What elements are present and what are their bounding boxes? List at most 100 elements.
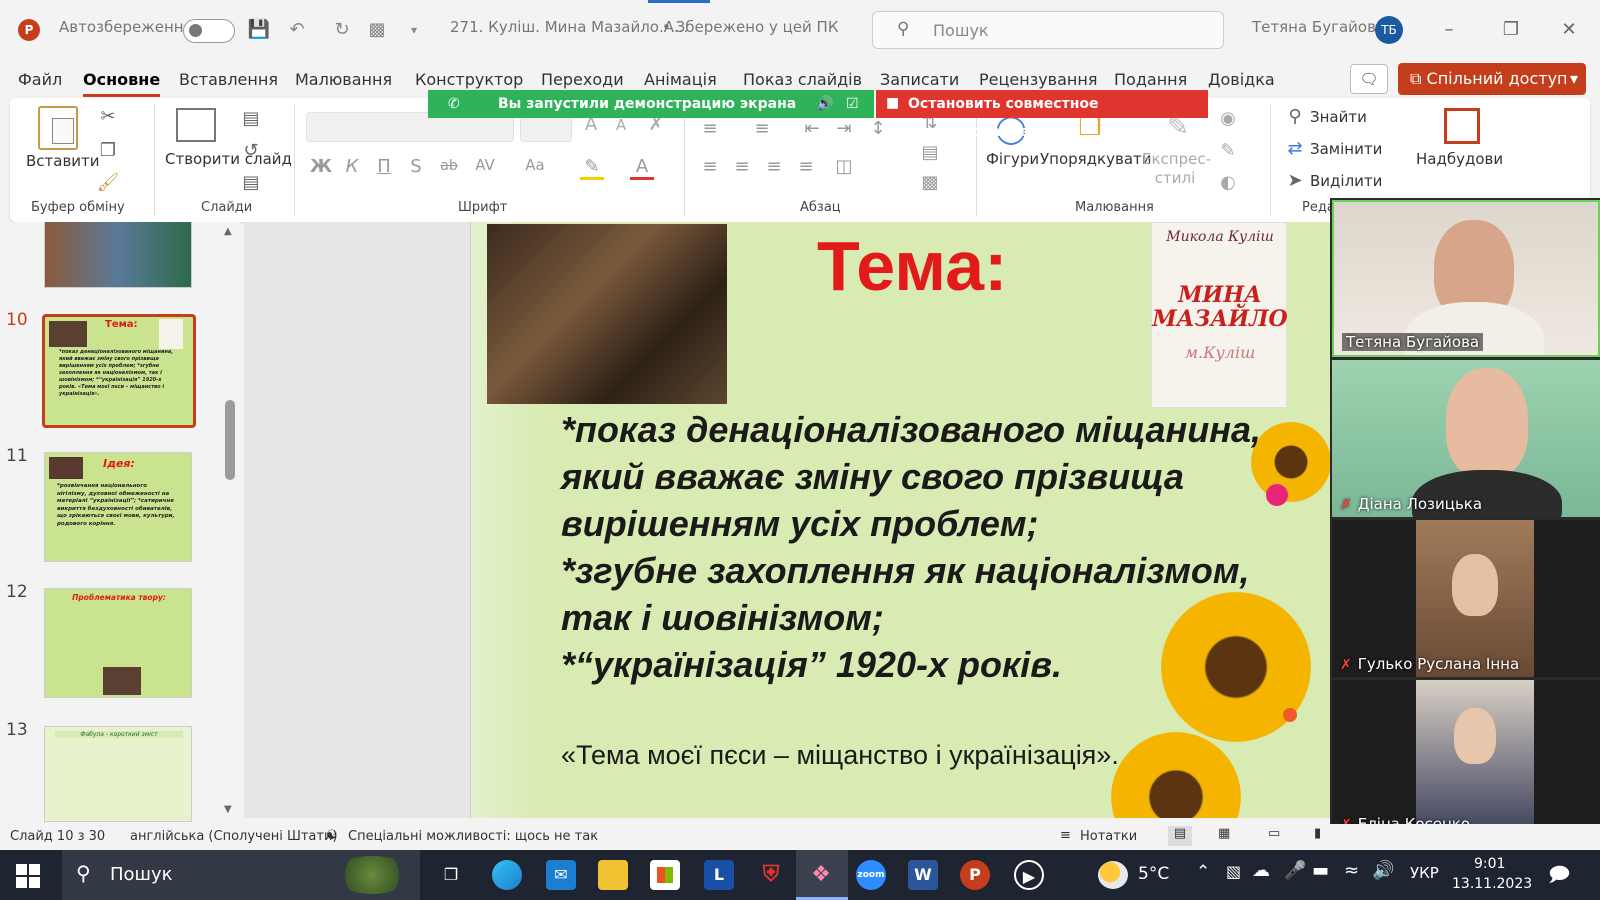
powerpoint-icon[interactable]: P [960, 860, 990, 890]
new-slide-icon[interactable] [176, 108, 216, 142]
volume-icon[interactable]: 🔊 [1372, 860, 1394, 881]
video-tile-2[interactable]: ✗ Діана Лозицька [1332, 360, 1600, 517]
present-icon[interactable]: ▩ [365, 18, 389, 42]
tab-view[interactable]: Подання [1114, 70, 1187, 89]
addins-icon[interactable] [1444, 108, 1480, 144]
smartart-icon[interactable]: ▩ [918, 172, 942, 193]
quick-styles-label[interactable]: Експрес-стилі [1142, 150, 1211, 188]
edge-icon[interactable] [492, 860, 522, 890]
select-label[interactable]: Виділити [1310, 172, 1382, 190]
show-hidden-icons-icon[interactable]: ⌃ [1196, 862, 1210, 882]
file-explorer-icon[interactable] [598, 860, 628, 890]
align-left-icon[interactable]: ≡ [698, 156, 722, 177]
shape-outline-icon[interactable]: ✎ [1216, 140, 1240, 161]
scroll-up-icon[interactable]: ▲ [224, 226, 232, 237]
notes-icon[interactable]: ≡ [1060, 828, 1071, 843]
save-icon[interactable]: 💾 [247, 18, 271, 42]
tab-home[interactable]: Основне [83, 70, 161, 97]
video-tile-1[interactable]: Тетяна Бугайова [1332, 200, 1600, 357]
tab-file[interactable]: Файл [18, 70, 62, 89]
restore-icon[interactable]: ❐ [1496, 18, 1526, 42]
redo-icon[interactable]: ↻ [330, 18, 354, 42]
change-case-button[interactable]: Aa [520, 156, 550, 174]
strikethrough-button[interactable]: ab [436, 158, 462, 174]
increase-indent-icon[interactable]: ⇥ [832, 118, 856, 139]
cloud-icon[interactable]: ☁ [1252, 860, 1270, 881]
clock-time[interactable]: 9:01 [1474, 856, 1505, 872]
numbering-icon[interactable]: ≡ [750, 118, 774, 139]
justify-icon[interactable]: ≡ [794, 156, 818, 177]
replace-icon[interactable]: ⇄ [1284, 138, 1306, 159]
format-painter-icon[interactable]: 🖌 [96, 172, 120, 193]
audio-icon[interactable]: 🔊 [816, 90, 833, 118]
slide-thumbnail-9[interactable] [44, 222, 192, 288]
tab-record[interactable]: Записати [880, 70, 959, 89]
media-player-icon[interactable]: ▶ [1014, 860, 1044, 890]
language-indicator[interactable]: англійська (Сполучені Штати) [130, 829, 338, 844]
find-label[interactable]: Знайти [1310, 108, 1367, 126]
avatar[interactable]: ТБ [1375, 16, 1403, 44]
share-chevron-icon[interactable]: ▾ [1570, 63, 1578, 95]
share-button[interactable]: ⧉ Спільний доступ ▾ [1398, 63, 1586, 95]
select-icon[interactable]: ➤ [1284, 170, 1306, 191]
replace-label[interactable]: Замінити [1310, 140, 1382, 158]
highlight-icon[interactable]: ✎ [580, 156, 604, 180]
tab-design[interactable]: Конструктор [415, 70, 523, 89]
copy-icon[interactable]: ❐ [96, 140, 120, 161]
close-icon[interactable]: ✕ [1554, 18, 1584, 42]
zoom-icon[interactable]: zoom [856, 860, 886, 890]
screen-share-app-icon[interactable]: ❖ [806, 860, 836, 890]
decrease-font-icon[interactable]: A [610, 116, 632, 134]
tab-help[interactable]: Довідка [1208, 70, 1275, 89]
slide-sorter-icon[interactable]: ▦ [1218, 826, 1230, 841]
tab-insert[interactable]: Вставлення [179, 70, 278, 89]
tab-draw[interactable]: Малювання [295, 70, 392, 89]
tab-review[interactable]: Рецензування [979, 70, 1097, 89]
layout-icon[interactable]: ▤ [240, 108, 262, 129]
book-cover-image[interactable]: Микола Куліш МИНА МАЗАЙЛО м.Куліш [1151, 222, 1288, 408]
bullets-icon[interactable]: ≡ [698, 118, 722, 139]
video-tile-4[interactable]: ✗Еліна Косенко [1332, 680, 1600, 837]
thumbnails-scrollbar[interactable] [226, 230, 234, 814]
search-box[interactable]: ⚲ Пошук [872, 11, 1224, 49]
decrease-indent-icon[interactable]: ⇤ [800, 118, 824, 139]
device-icon[interactable]: ▧ [1226, 862, 1241, 881]
slide-title[interactable]: Тема: [817, 226, 1007, 306]
battery-icon[interactable]: ▬ [1312, 860, 1329, 881]
line-spacing-icon[interactable]: ↕ [866, 118, 890, 139]
slide-thumbnail-11[interactable]: Ідея: *розвінчання національного нігіліз… [44, 452, 192, 562]
mail-icon[interactable]: ✉ [546, 860, 576, 890]
video-tile-3[interactable]: ✗ Гулько Руслана Інна [1332, 520, 1600, 677]
tab-animations[interactable]: Анімація [644, 70, 717, 89]
reading-view-icon[interactable]: ▭ [1268, 826, 1280, 841]
columns-icon[interactable]: ◫ [832, 156, 856, 177]
char-spacing-button[interactable]: AV [470, 156, 500, 174]
italic-button[interactable]: К [342, 156, 362, 177]
tab-slideshow[interactable]: Показ слайдів [743, 70, 862, 89]
arrange-label[interactable]: Упорядкувати [1040, 150, 1152, 168]
tab-transitions[interactable]: Переходи [541, 70, 624, 89]
align-right-icon[interactable]: ≡ [762, 156, 786, 177]
antivirus-icon[interactable]: ⛨ [756, 860, 786, 890]
scrollbar-thumb[interactable] [225, 400, 235, 480]
normal-view-icon[interactable]: ▤ [1168, 826, 1192, 846]
font-color-icon[interactable]: A [630, 156, 654, 180]
new-slide-label[interactable]: Створити слайд [165, 150, 292, 169]
cut-icon[interactable]: ✂ [96, 106, 120, 127]
align-center-icon[interactable]: ≡ [730, 156, 754, 177]
scroll-down-icon[interactable]: ▼ [224, 804, 232, 815]
paste-label[interactable]: Вставити [26, 152, 100, 170]
underline-button[interactable]: П [374, 156, 394, 177]
mic-icon[interactable]: 🎤 [1284, 860, 1306, 881]
section-icon[interactable]: ▤ [240, 172, 262, 193]
task-view-icon[interactable]: ❐ [436, 860, 466, 890]
weather-icon[interactable] [1098, 861, 1128, 889]
document-title[interactable]: 271. Куліш. Мина Мазайло.А... [450, 18, 688, 36]
slide-thumbnail-10[interactable]: Тема: *показ денаціоналізованого міщанин… [42, 314, 196, 428]
taskbar-search[interactable]: ⚲ Пошук [62, 850, 420, 900]
shape-effects-icon[interactable]: ◐ [1216, 172, 1240, 193]
slide-thumbnail-12[interactable]: Проблематика твору: [44, 588, 192, 698]
wifi-icon[interactable]: ≈ [1344, 860, 1359, 881]
shape-fill-icon[interactable]: ◉ [1216, 108, 1240, 129]
reset-icon[interactable]: ↺ [240, 140, 262, 161]
